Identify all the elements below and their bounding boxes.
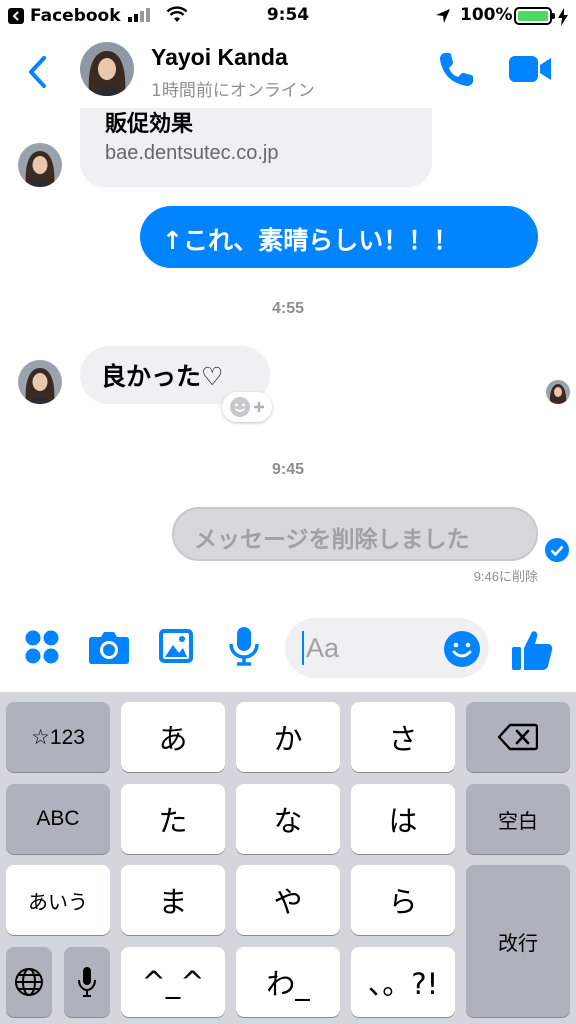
thumbs-up-icon[interactable] xyxy=(510,628,554,672)
status-bar: Facebook 9:54 100% xyxy=(0,0,576,34)
deleted-message-bubble[interactable]: メッセージを削除しました xyxy=(172,507,538,561)
globe-icon xyxy=(15,968,43,996)
phone-icon[interactable] xyxy=(436,50,476,90)
japanese-kana-keyboard: ☆123 あ か さ ABC た な は 空白 あいう ま や ら 改行 ^_^… xyxy=(0,692,576,1024)
message-input-placeholder: Aa xyxy=(306,633,340,663)
key-wa[interactable]: わ_ xyxy=(236,947,340,1017)
dictation-key[interactable] xyxy=(64,947,110,1017)
camera-icon[interactable] xyxy=(88,630,130,664)
key-na[interactable]: な xyxy=(236,784,340,854)
backspace-key[interactable] xyxy=(466,702,570,772)
sent-check-icon xyxy=(545,538,569,562)
link-domain: bae.dentsutec.co.jp xyxy=(105,142,279,164)
key-ka[interactable]: か xyxy=(236,702,340,772)
globe-key[interactable] xyxy=(6,947,52,1017)
read-receipt-avatar xyxy=(546,380,570,404)
charging-bolt-icon xyxy=(558,8,568,26)
backspace-icon xyxy=(498,723,538,751)
video-camera-icon[interactable] xyxy=(508,54,552,84)
key-abc[interactable]: ABC xyxy=(6,784,110,854)
key-space[interactable]: 空白 xyxy=(466,784,570,854)
plus-icon xyxy=(254,402,264,412)
more-options-icon[interactable] xyxy=(24,628,60,664)
key-kana-mode[interactable]: あいう xyxy=(6,865,110,935)
location-arrow-icon xyxy=(436,9,450,23)
key-a[interactable]: あ xyxy=(121,702,225,772)
timestamp: 4:55 xyxy=(271,300,305,317)
timestamp: 9:45 xyxy=(271,461,305,478)
key-ya[interactable]: や xyxy=(236,865,340,935)
contact-avatar[interactable] xyxy=(18,143,62,187)
emoji-icon[interactable] xyxy=(443,630,481,668)
message-input[interactable]: Aa xyxy=(285,618,489,678)
presence-status: 1時間前にオンライン xyxy=(151,81,315,101)
key-ta[interactable]: た xyxy=(121,784,225,854)
text-caret xyxy=(302,631,304,665)
composer-bar: Aa xyxy=(0,612,576,692)
link-title: 販促効果 xyxy=(105,112,194,137)
microphone-icon[interactable] xyxy=(228,626,260,666)
outgoing-message-bubble[interactable]: ↑これ、素晴らしい！！！ xyxy=(140,206,538,268)
contact-avatar[interactable] xyxy=(80,42,134,96)
key-return[interactable]: 改行 xyxy=(466,865,570,1017)
chat-header: Yayoi Kanda 1時間前にオンライン xyxy=(0,34,576,108)
back-icon[interactable] xyxy=(24,54,52,90)
key-punctuation[interactable]: 、。?! xyxy=(351,947,455,1017)
contact-name[interactable]: Yayoi Kanda xyxy=(151,44,288,71)
microphone-icon xyxy=(78,967,96,997)
key-ma[interactable]: ま xyxy=(121,865,225,935)
smiley-icon xyxy=(230,397,250,417)
key-sa[interactable]: さ xyxy=(351,702,455,772)
battery-icon xyxy=(514,7,555,25)
key-ra[interactable]: ら xyxy=(351,865,455,935)
deleted-at-note: 9:46に削除 xyxy=(473,569,538,584)
add-reaction-button[interactable] xyxy=(222,392,272,422)
gallery-icon[interactable] xyxy=(158,628,194,664)
key-ha[interactable]: は xyxy=(351,784,455,854)
key-emoticon[interactable]: ^_^ xyxy=(121,947,225,1017)
key-symbols[interactable]: ☆123 xyxy=(6,702,110,772)
battery-percentage: 100% xyxy=(460,5,513,25)
contact-avatar[interactable] xyxy=(18,360,62,404)
